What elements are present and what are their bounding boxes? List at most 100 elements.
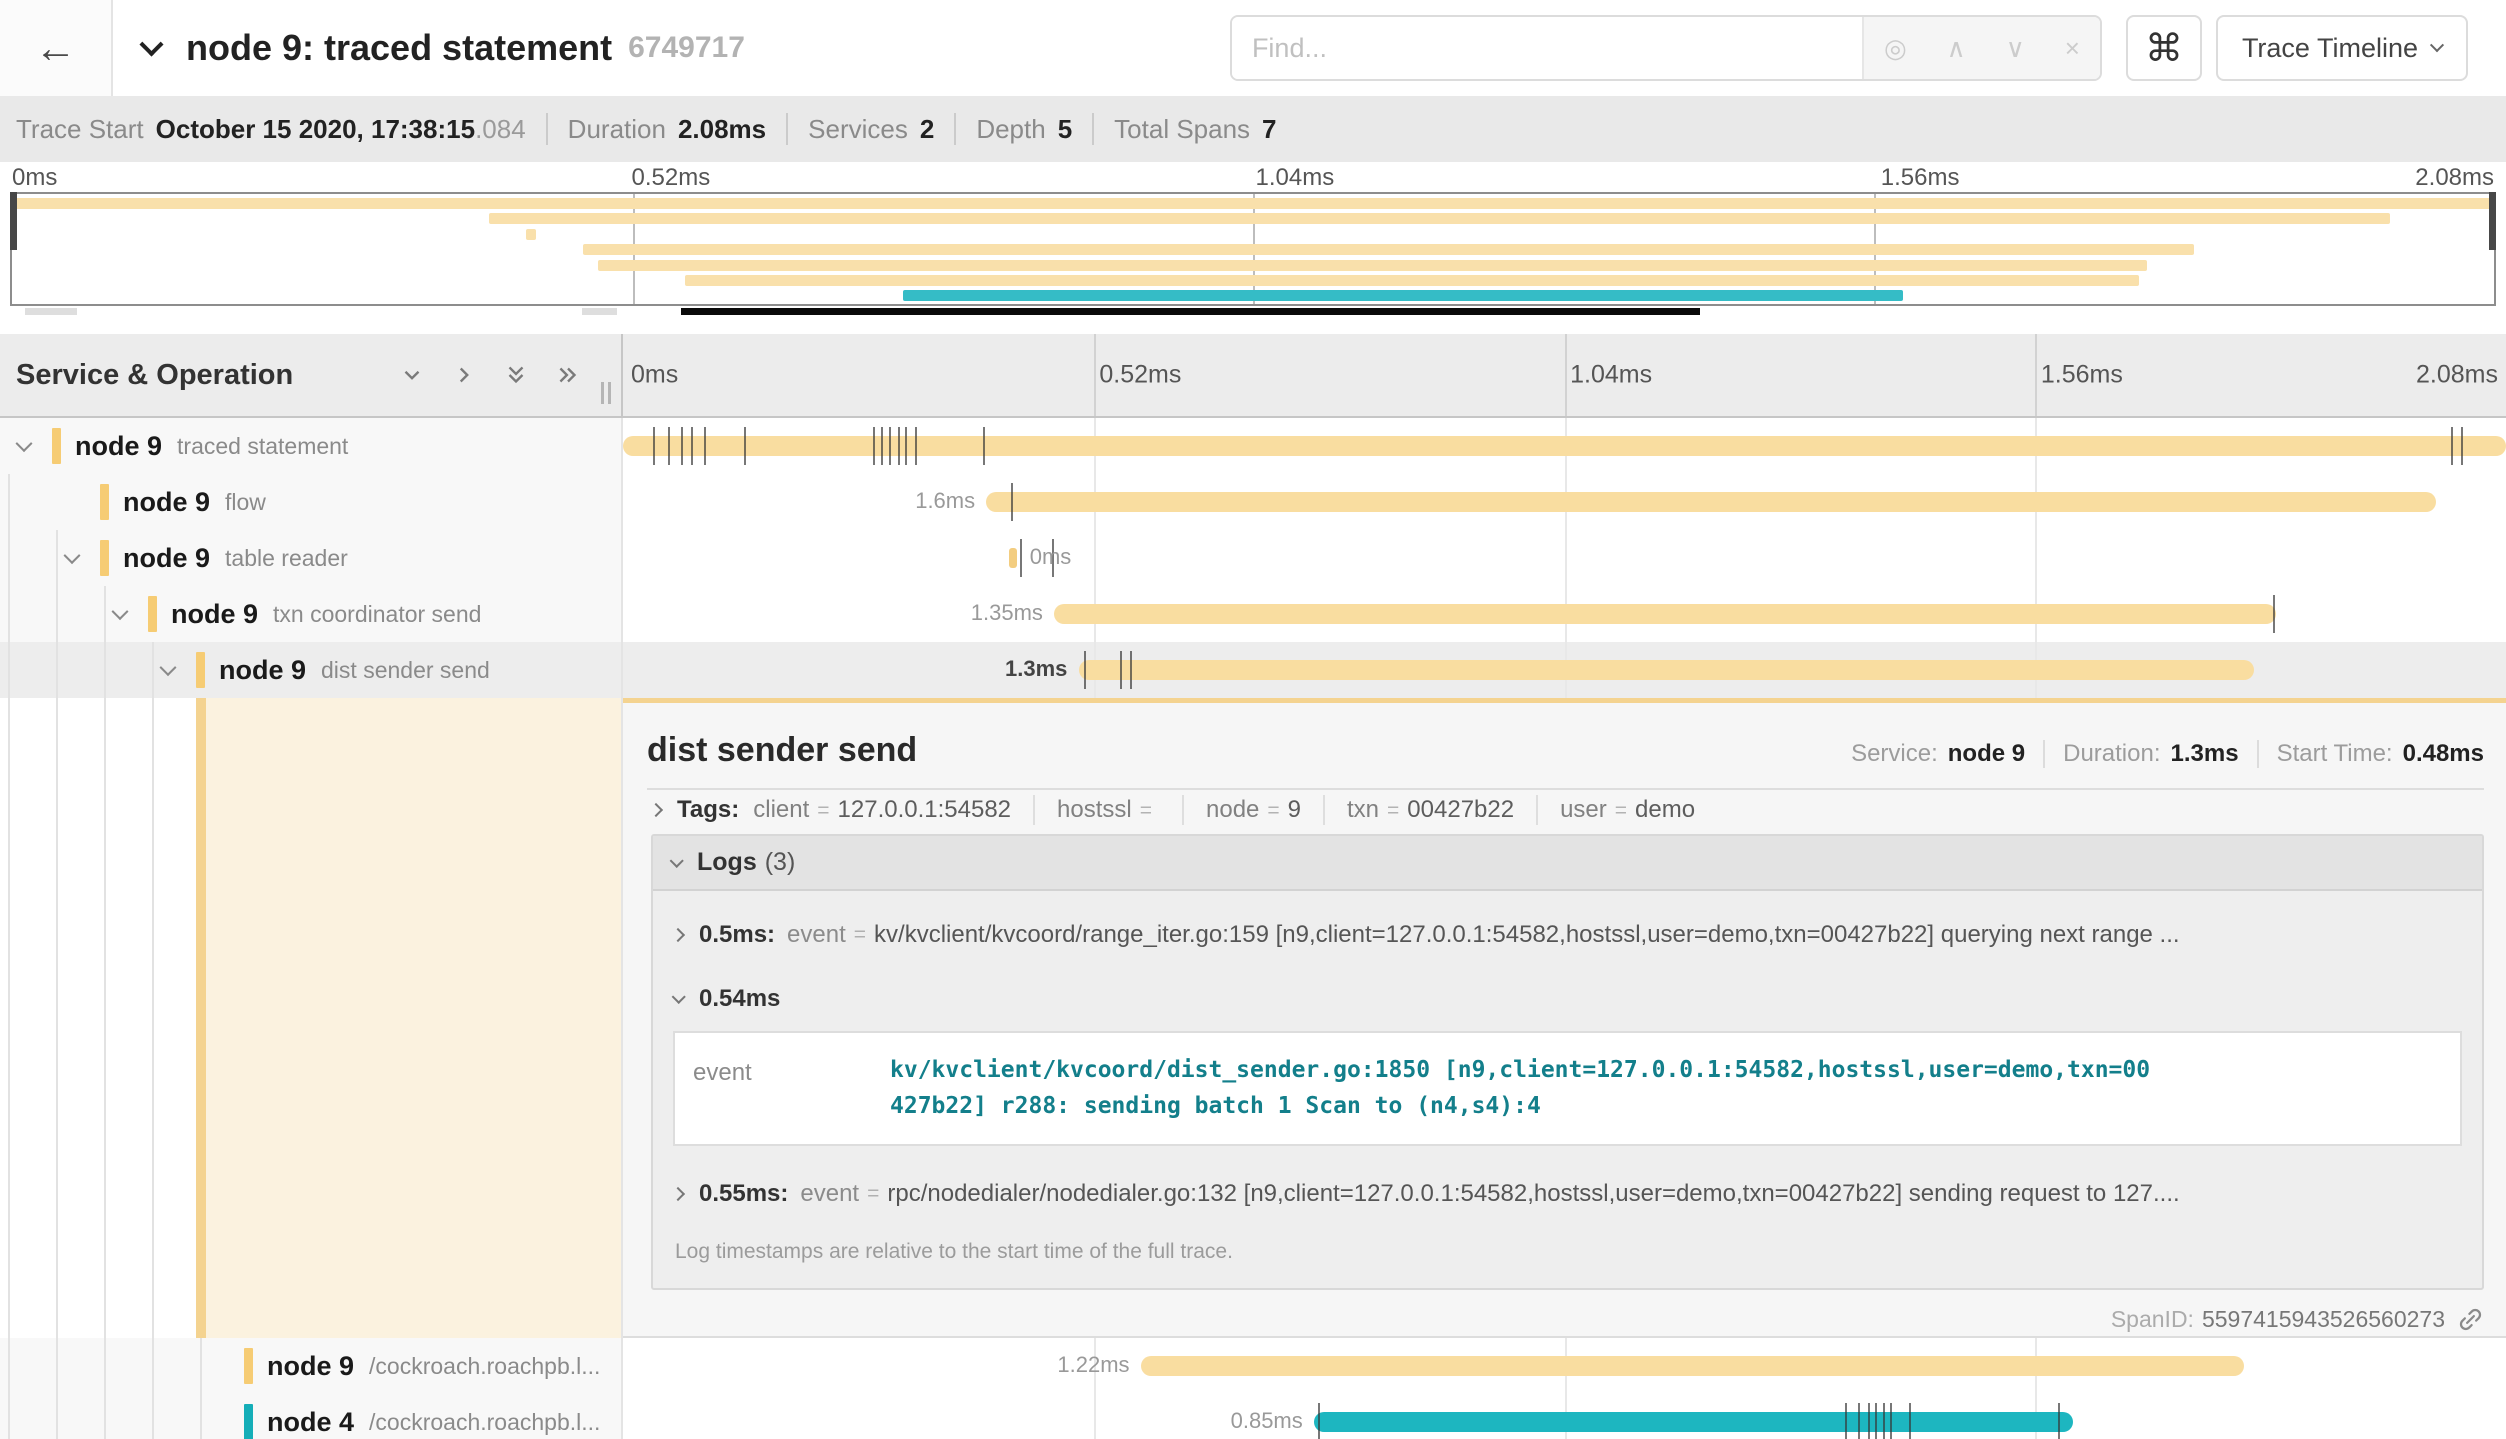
log-entry-collapsed[interactable]: 0.5ms: event = kv/kvclient/kvcoord/range… (673, 899, 2462, 971)
span-bar-cell[interactable]: 1.3ms (623, 642, 2506, 698)
logs-count: (3) (765, 848, 796, 877)
log-timestamp: 0.5ms: (699, 921, 775, 949)
span-bar-cell[interactable]: 0ms (623, 530, 2506, 586)
span-detail-indent-fill (206, 698, 621, 1338)
logs-header[interactable]: Logs (3) (653, 836, 2482, 891)
log-entry-collapsed[interactable]: 0.55ms: event = rpc/nodedialer/nodediale… (673, 1158, 2462, 1230)
span-name-cell[interactable]: node 9 /cockroach.roachpb.l... (0, 1338, 623, 1394)
duration-value: 2.08ms (678, 114, 766, 145)
span-duration-label: 0ms (1030, 544, 1072, 570)
ruler-gridline (1094, 334, 1096, 416)
span-color-strip (196, 698, 206, 1338)
operation-name: /cockroach.roachpb.l... (369, 1409, 600, 1436)
viewport-indicator-bar[interactable] (681, 308, 1700, 315)
collapse-chevron-icon[interactable] (160, 659, 177, 676)
collapse-one-icon[interactable] (399, 362, 425, 388)
span-bar[interactable] (1079, 660, 2254, 680)
operation-name: table reader (225, 545, 348, 572)
log-expand-chevron-icon (673, 928, 685, 942)
log-entry-expanded-header[interactable]: 0.54ms (673, 971, 2462, 1027)
range-scrubber-right-handle[interactable] (2489, 192, 2496, 250)
trace-summary-bar: Trace Start October 15 2020, 17:38:15.08… (0, 96, 2506, 162)
focus-match-icon[interactable]: ◎ (1884, 33, 1907, 64)
span-row-roachpb-node9[interactable]: node 9 /cockroach.roachpb.l... 1.22ms (0, 1338, 2506, 1394)
span-name-cell[interactable]: node 9 flow (0, 474, 623, 530)
minimap-tick-1: 0.52ms (632, 164, 711, 192)
logs-body: 0.5ms: event = kv/kvclient/kvcoord/range… (653, 891, 2482, 1288)
logs-section: Logs (3) 0.5ms: event = kv/kvclient/kvco… (651, 834, 2484, 1290)
span-bar[interactable] (986, 492, 2436, 512)
span-row-flow[interactable]: node 9 flow 1.6ms (0, 474, 2506, 530)
span-name-cell[interactable]: node 9 traced statement (0, 418, 623, 474)
find-group: ◎ ∧ ∨ × (1230, 15, 2102, 81)
service-color-chip (100, 484, 109, 520)
service-color-chip (52, 428, 61, 464)
span-bar[interactable] (1141, 1356, 2244, 1376)
service-color-chip (100, 540, 109, 576)
span-bar[interactable] (1054, 604, 2276, 624)
tags-row[interactable]: Tags: client=127.0.0.1:54582 hostssl= no… (623, 790, 2506, 826)
service-operation-title: Service & Operation (16, 359, 293, 392)
service-operation-header: Service & Operation (0, 334, 623, 416)
span-bar-cell[interactable]: 1.22ms (623, 1338, 2506, 1394)
span-bar[interactable] (1009, 548, 1017, 568)
minimap-span-bar (583, 244, 2194, 255)
minimap-scrollbar[interactable] (10, 308, 2496, 316)
span-name-cell[interactable]: node 9 dist sender send (0, 642, 623, 698)
span-duration-label: 1.3ms (1005, 656, 1067, 682)
minimap-span-bar (685, 275, 2139, 286)
service-name: node 9 (171, 599, 258, 630)
copy-link-icon[interactable] (2457, 1306, 2484, 1333)
minimap-canvas[interactable] (10, 192, 2496, 306)
column-resize-handle[interactable] (601, 382, 611, 404)
prev-match-icon[interactable]: ∧ (1947, 33, 1966, 64)
span-bar[interactable] (1314, 1412, 2073, 1432)
span-name-cell[interactable]: node 4 /cockroach.roachpb.l... (0, 1394, 623, 1439)
collapse-chevron-icon[interactable] (64, 547, 81, 564)
find-input[interactable] (1232, 17, 1862, 79)
span-name-cell[interactable]: node 9 table reader (0, 530, 623, 586)
trace-start-label: Trace Start (16, 114, 144, 145)
total-spans-value: 7 (1262, 114, 1276, 145)
minimap-span-bar (598, 260, 2147, 271)
view-selector-button[interactable]: Trace Timeline (2216, 15, 2468, 81)
log-value: rpc/nodedialer/nodedialer.go:132 [n9,cli… (887, 1180, 2179, 1208)
back-button[interactable]: ← (0, 0, 113, 96)
log-timestamp: 0.54ms (699, 985, 780, 1013)
trace-minimap: 0ms 0.52ms 1.04ms 1.56ms 2.08ms (0, 162, 2506, 318)
span-bar-cell[interactable]: 1.6ms (623, 474, 2506, 530)
expand-all-icon[interactable] (555, 362, 581, 388)
clear-find-icon[interactable]: × (2065, 33, 2080, 64)
collapse-all-icon[interactable] (503, 362, 529, 388)
span-row-roachpb-node4[interactable]: node 4 /cockroach.roachpb.l... 0.85ms (0, 1394, 2506, 1439)
span-detail-header: dist sender send Service: node 9 Duratio… (623, 703, 2506, 788)
logs-label: Logs (697, 848, 757, 877)
span-id-value: 5597415943526560273 (2202, 1306, 2445, 1333)
span-row-traced-statement[interactable]: node 9 traced statement (0, 418, 2506, 474)
operation-name: traced statement (177, 433, 348, 460)
span-bar-cell[interactable]: 1.35ms (623, 586, 2506, 642)
span-rows: node 9 traced statement node 9 flow 1.6m… (0, 418, 2506, 1439)
span-row-table-reader[interactable]: node 9 table reader 0ms (0, 530, 2506, 586)
range-scrubber-left-handle[interactable] (10, 192, 17, 250)
keyboard-shortcuts-button[interactable]: ⌘ (2126, 15, 2202, 81)
logs-footnote: Log timestamps are relative to the start… (673, 1230, 2462, 1278)
service-name: node 4 (267, 1407, 354, 1438)
ruler-gridline (1565, 334, 1567, 416)
span-bar-cell[interactable] (623, 418, 2506, 474)
span-row-dist-sender-send[interactable]: node 9 dist sender send 1.3ms (0, 642, 2506, 698)
next-match-icon[interactable]: ∨ (2006, 33, 2025, 64)
span-row-txn-coordinator-send[interactable]: node 9 txn coordinator send 1.35ms (0, 586, 2506, 642)
tags-expand-chevron-icon[interactable] (649, 803, 663, 817)
expand-one-icon[interactable] (451, 362, 477, 388)
span-bar[interactable] (623, 436, 2506, 456)
collapse-chevron-icon[interactable] (16, 435, 33, 452)
span-name-cell[interactable]: node 9 txn coordinator send (0, 586, 623, 642)
log-collapse-chevron-icon (672, 990, 686, 1004)
log-timestamp: 0.55ms: (699, 1180, 788, 1208)
tag-client: client=127.0.0.1:54582 (753, 796, 1011, 824)
log-expand-chevron-icon (673, 1187, 685, 1201)
trace-collapse-chevron-icon[interactable] (139, 32, 163, 56)
collapse-chevron-icon[interactable] (112, 603, 129, 620)
span-bar-cell[interactable]: 0.85ms (623, 1394, 2506, 1439)
